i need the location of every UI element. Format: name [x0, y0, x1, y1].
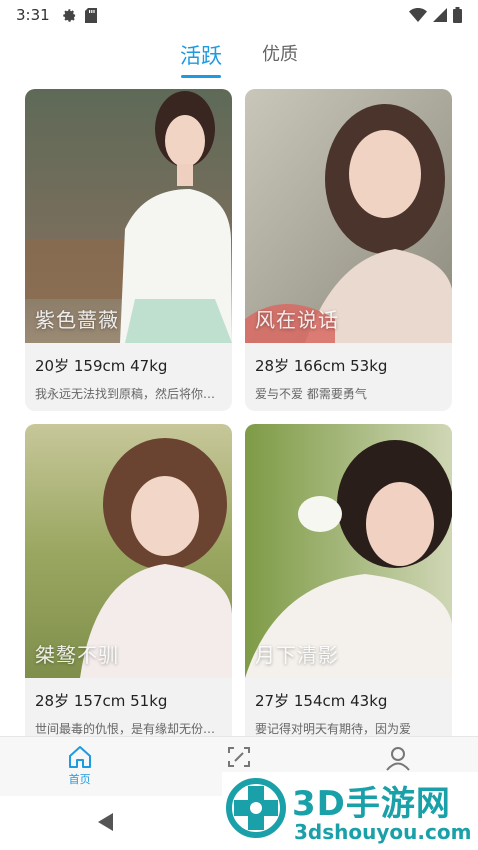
profile-card[interactable]: 桀骜不驯 28岁 157cm 51kg 世间最毒的仇恨，是有缘却无份…	[25, 424, 232, 750]
profile-photo: 风在说话	[245, 89, 452, 343]
tab-quality[interactable]: 优质	[262, 34, 298, 78]
profile-name: 桀骜不驯	[35, 643, 119, 667]
profile-signature: 爱与不爱 都需要勇气	[255, 387, 367, 401]
profile-stats: 28岁 166cm 53kg	[255, 357, 388, 375]
profile-stats: 20岁 159cm 47kg	[35, 357, 168, 375]
profile-stats: 27岁 154cm 43kg	[255, 692, 388, 710]
home-icon	[67, 745, 93, 769]
profile-card[interactable]: 风在说话 28岁 166cm 53kg 爱与不爱 都需要勇气	[245, 89, 452, 411]
profile-signature: 我永远无法找到原稿，然后将你…	[35, 387, 216, 401]
back-triangle-icon[interactable]	[94, 810, 118, 834]
top-tabs: 活跃 优质	[0, 34, 478, 78]
profile-signature: 要记得对明天有期待，因为爱	[255, 722, 412, 736]
profile-name: 月下清影	[255, 643, 339, 667]
status-bar: 3:31	[0, 0, 478, 30]
watermark-logo-icon	[226, 778, 286, 838]
nav-home-label: 首页	[68, 773, 91, 786]
watermark-url: 3dshouyou.com	[294, 820, 472, 844]
watermark-brand: 3D手游网	[292, 784, 451, 824]
profile-signature: 世间最毒的仇恨，是有缘却无份…	[35, 722, 216, 736]
watermark: 3D手游网 3dshouyou.com	[222, 772, 478, 850]
user-icon	[385, 745, 411, 771]
settings-gear-icon	[62, 8, 77, 23]
wifi-icon	[409, 8, 427, 22]
sd-card-icon	[84, 7, 97, 23]
profile-stats: 28岁 157cm 51kg	[35, 692, 168, 710]
battery-icon	[453, 7, 462, 23]
status-time: 3:31	[16, 6, 50, 24]
profile-photo: 桀骜不驯	[25, 424, 232, 678]
profile-name: 紫色蔷薇	[35, 308, 119, 332]
profile-card[interactable]: 紫色蔷薇 20岁 159cm 47kg 我永远无法找到原稿，然后将你…	[25, 89, 232, 411]
scan-icon	[226, 745, 252, 769]
profile-card[interactable]: 月下清影 27岁 154cm 43kg 要记得对明天有期待，因为爱	[245, 424, 452, 750]
nav-home[interactable]: 首页	[0, 737, 159, 796]
tab-active-users[interactable]: 活跃	[180, 34, 222, 78]
profile-name: 风在说话	[255, 308, 339, 332]
profile-photo: 月下清影	[245, 424, 452, 678]
profile-photo: 紫色蔷薇	[25, 89, 232, 343]
signal-icon	[433, 8, 447, 22]
